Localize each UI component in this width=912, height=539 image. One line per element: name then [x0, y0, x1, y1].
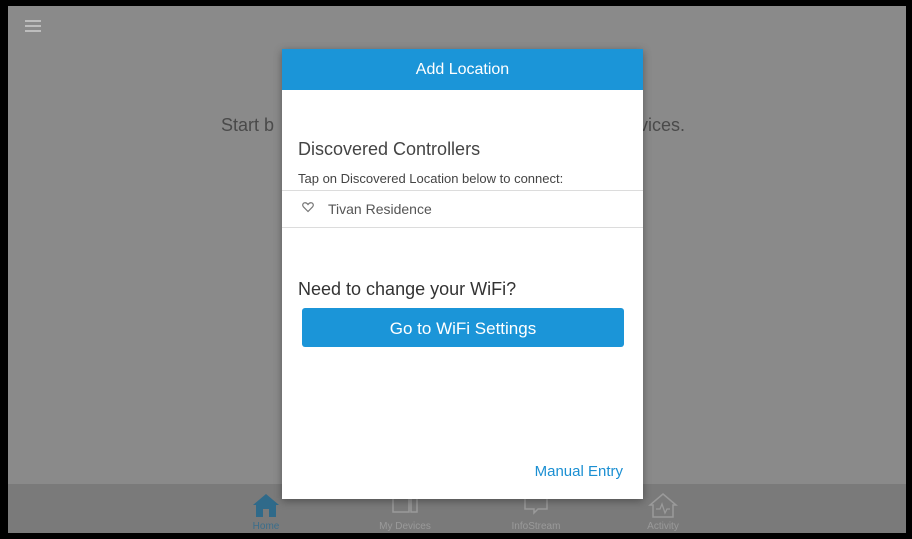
- background-text-prefix: Start b: [221, 115, 275, 135]
- location-label: Tivan Residence: [328, 201, 432, 217]
- home-icon: [253, 494, 279, 517]
- hamburger-menu-icon[interactable]: [25, 20, 41, 32]
- discovered-controllers-hint: Tap on Discovered Location below to conn…: [298, 171, 564, 186]
- heart-icon: [302, 202, 314, 213]
- activity-icon: [648, 493, 678, 518]
- nav-activity-label: Activity: [647, 521, 679, 532]
- dialog-title: Add Location: [282, 49, 643, 90]
- nav-infostream-label: InfoStream: [511, 521, 561, 532]
- go-to-wifi-settings-button[interactable]: Go to WiFi Settings: [302, 308, 624, 347]
- location-item-tivan-residence[interactable]: Tivan Residence: [282, 191, 643, 227]
- add-location-dialog: Add Location Discovered Controllers Tap …: [282, 49, 643, 499]
- nav-my-devices-label: My Devices: [379, 521, 431, 532]
- divider: [282, 227, 643, 228]
- nav-home-label: Home: [252, 521, 280, 532]
- manual-entry-link[interactable]: Manual Entry: [535, 463, 623, 480]
- background-text-suffix: vices.: [639, 115, 686, 135]
- wifi-change-prompt: Need to change your WiFi?: [298, 279, 517, 299]
- discovered-controllers-heading: Discovered Controllers: [298, 139, 481, 159]
